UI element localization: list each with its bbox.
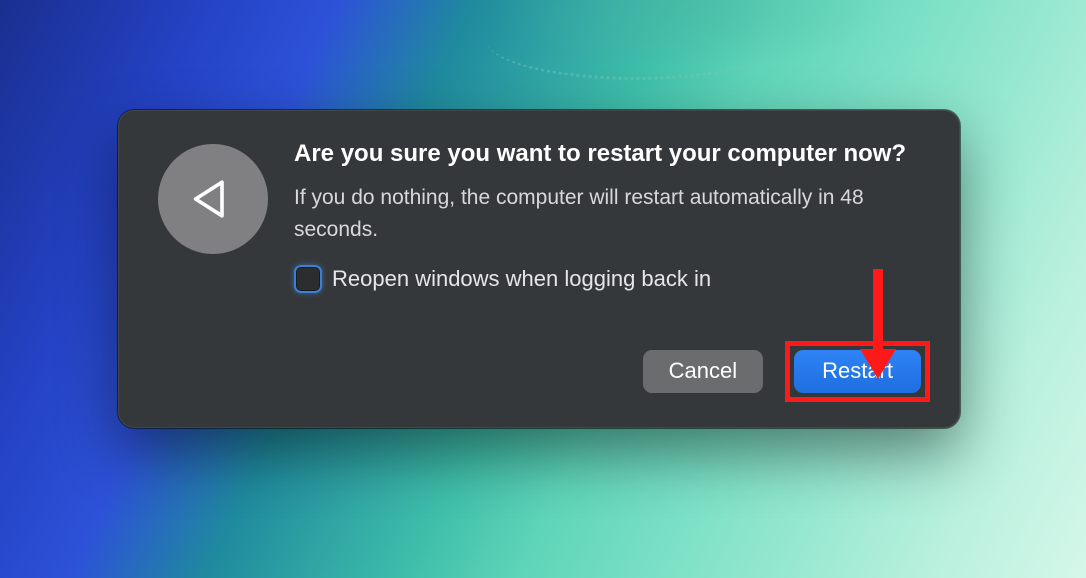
dialog-title: Are you sure you want to restart your co… <box>294 138 930 170</box>
desktop-background-shape <box>486 0 786 80</box>
restart-icon <box>158 144 268 254</box>
restart-confirmation-dialog: Are you sure you want to restart your co… <box>118 110 960 428</box>
dialog-message: If you do nothing, the computer will res… <box>294 182 930 245</box>
reopen-windows-label: Reopen windows when logging back in <box>332 266 711 292</box>
annotation-highlight-box: Restart <box>785 341 930 401</box>
reopen-windows-checkbox[interactable] <box>294 265 322 293</box>
dialog-icon-column <box>148 138 268 402</box>
dialog-content: Are you sure you want to restart your co… <box>294 138 930 402</box>
dialog-button-row: Cancel Restart <box>294 341 930 401</box>
cancel-button[interactable]: Cancel <box>643 350 763 392</box>
restart-button[interactable]: Restart <box>794 350 921 392</box>
reopen-windows-option[interactable]: Reopen windows when logging back in <box>294 265 930 293</box>
triangle-back-icon <box>186 175 234 223</box>
